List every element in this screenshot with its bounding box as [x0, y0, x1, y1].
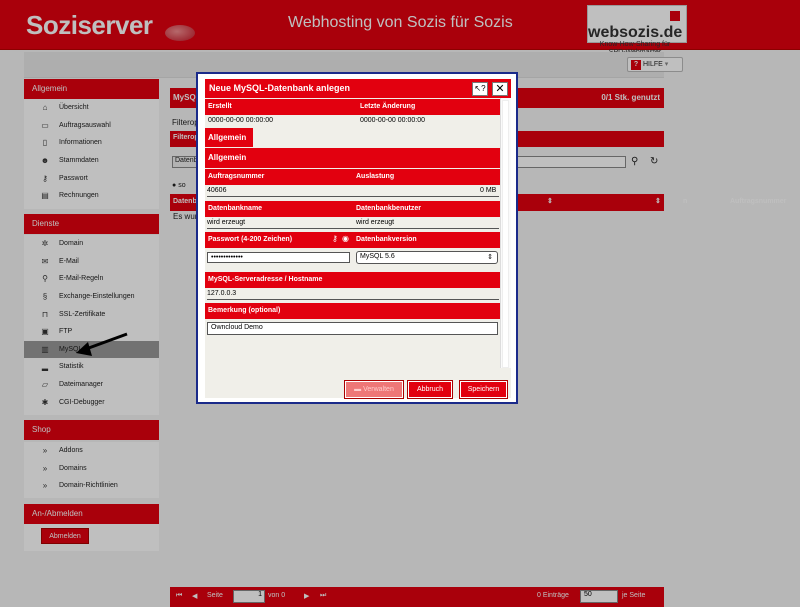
host-value: 127.0.0.3 — [207, 290, 499, 300]
note-label: Bemerkung (optional) — [205, 303, 500, 319]
section-allgemein: Allgemein — [205, 148, 511, 168]
eye-icon[interactable]: ◉ — [342, 234, 349, 243]
created-label: Erstellt — [205, 99, 357, 115]
version-label: Datenbankversion — [353, 232, 500, 248]
order-number-label: Auftragsnummer — [205, 169, 353, 185]
host-label: MySQL-Serveradresse / Hostname — [205, 272, 500, 288]
note-input[interactable]: Owncloud Demo — [207, 322, 498, 335]
select-arrows-icon: ⇕ — [487, 254, 493, 261]
arrow-annotation — [76, 332, 128, 356]
dbname-label: Datenbankname — [205, 201, 353, 217]
manage-icon: ▬ — [354, 386, 362, 393]
cancel-button[interactable]: Abbruch — [407, 380, 453, 399]
help-cursor-icon[interactable]: ↖? — [472, 82, 488, 96]
changed-value: 0000-00-00 00:00:00 — [360, 117, 425, 124]
save-button[interactable]: Speichern — [459, 380, 508, 399]
password-label: Passwort (4-200 Zeichen) — [205, 232, 353, 248]
usage-label: Auslastung — [353, 169, 500, 185]
key-icon[interactable]: ⚷ — [332, 234, 338, 243]
created-value: 0000-00-00 00:00:00 — [208, 117, 273, 124]
dbuser-value: wird erzeugt — [356, 219, 395, 226]
dialog-title: Neue MySQL-Datenbank anlegen — [205, 79, 511, 98]
manage-button[interactable]: ▬ Verwalten — [344, 380, 404, 399]
tab-allgemein[interactable]: Allgemein — [205, 128, 253, 147]
close-button[interactable]: ✕ — [492, 82, 508, 96]
version-selected: MySQL 5.6 — [360, 253, 395, 260]
version-select[interactable]: MySQL 5.6 ⇕ — [356, 251, 498, 264]
usage-value: 0 MB — [480, 187, 497, 194]
password-input[interactable]: ••••••••••••• — [207, 252, 350, 263]
order-number-value: 40606 — [207, 187, 499, 197]
dbname-value: wird erzeugt — [207, 219, 499, 229]
dialog-scroll-thumb[interactable] — [502, 100, 509, 368]
dbuser-label: Datenbankbenutzer — [353, 201, 500, 217]
manage-label: Verwalten — [363, 386, 394, 393]
changed-label: Letzte Änderung — [357, 99, 511, 115]
